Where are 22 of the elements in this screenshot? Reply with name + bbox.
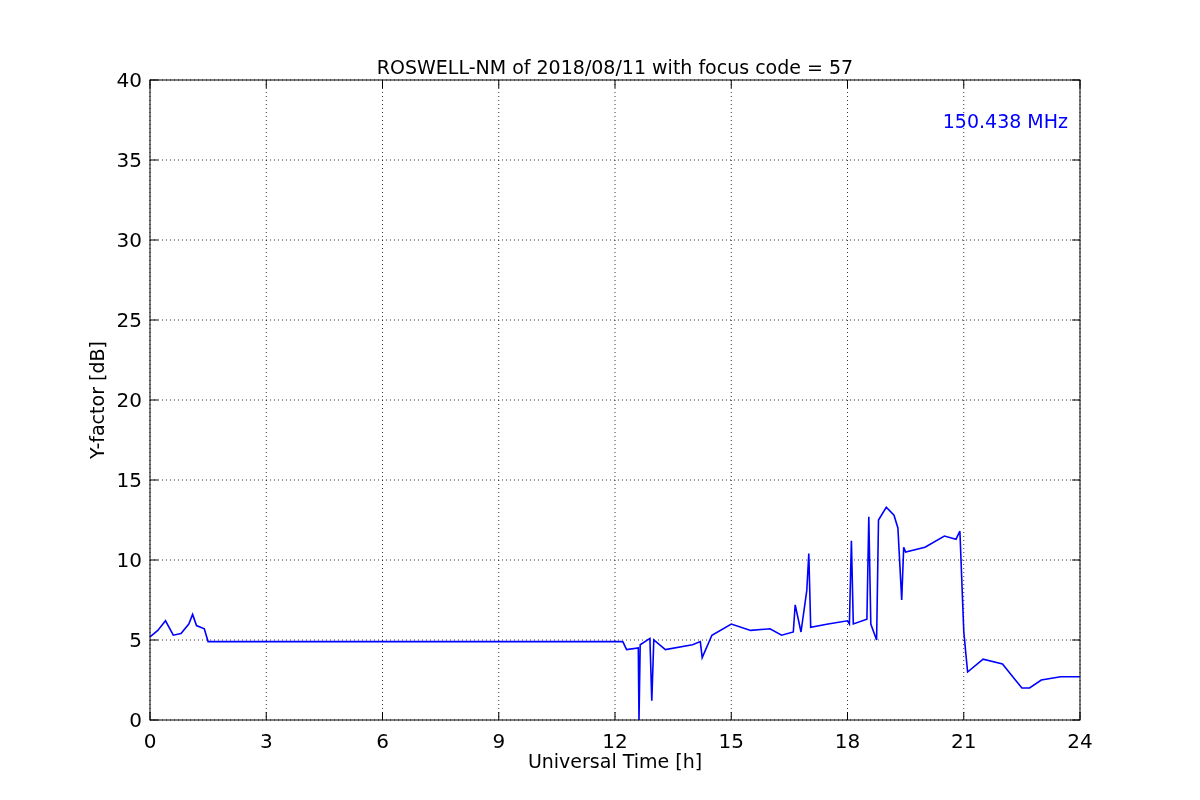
x-tick-label: 12 xyxy=(602,729,628,753)
x-tick-label: 21 xyxy=(951,729,977,753)
x-tick-label: 0 xyxy=(143,729,157,753)
series-label: 150.438 MHz xyxy=(942,110,1068,132)
x-tick-label: 18 xyxy=(834,729,861,753)
y-tick-label: 20 xyxy=(116,388,142,412)
x-tick-label: 15 xyxy=(718,729,744,753)
y-tick-label: 35 xyxy=(116,148,142,172)
x-tick-label: 3 xyxy=(259,729,273,753)
y-tick-label: 30 xyxy=(116,228,142,252)
y-tick-label: 15 xyxy=(116,468,142,492)
y-axis-label: Y-factor [dB] xyxy=(86,341,108,459)
y-tick-label: 5 xyxy=(129,628,142,652)
x-tick-label: 6 xyxy=(376,729,389,753)
x-tick-label: 9 xyxy=(492,729,506,753)
y-tick-label: 10 xyxy=(116,548,142,572)
y-tick-label: 25 xyxy=(116,308,142,332)
y-tick-label: 40 xyxy=(116,68,142,92)
x-tick-label: 24 xyxy=(1067,729,1093,753)
y-tick-label: 0 xyxy=(129,708,142,732)
x-axis-label: Universal Time [h] xyxy=(527,750,703,772)
chart-title: ROSWELL-NM of 2018/08/11 with focus code = 57 xyxy=(376,56,854,78)
